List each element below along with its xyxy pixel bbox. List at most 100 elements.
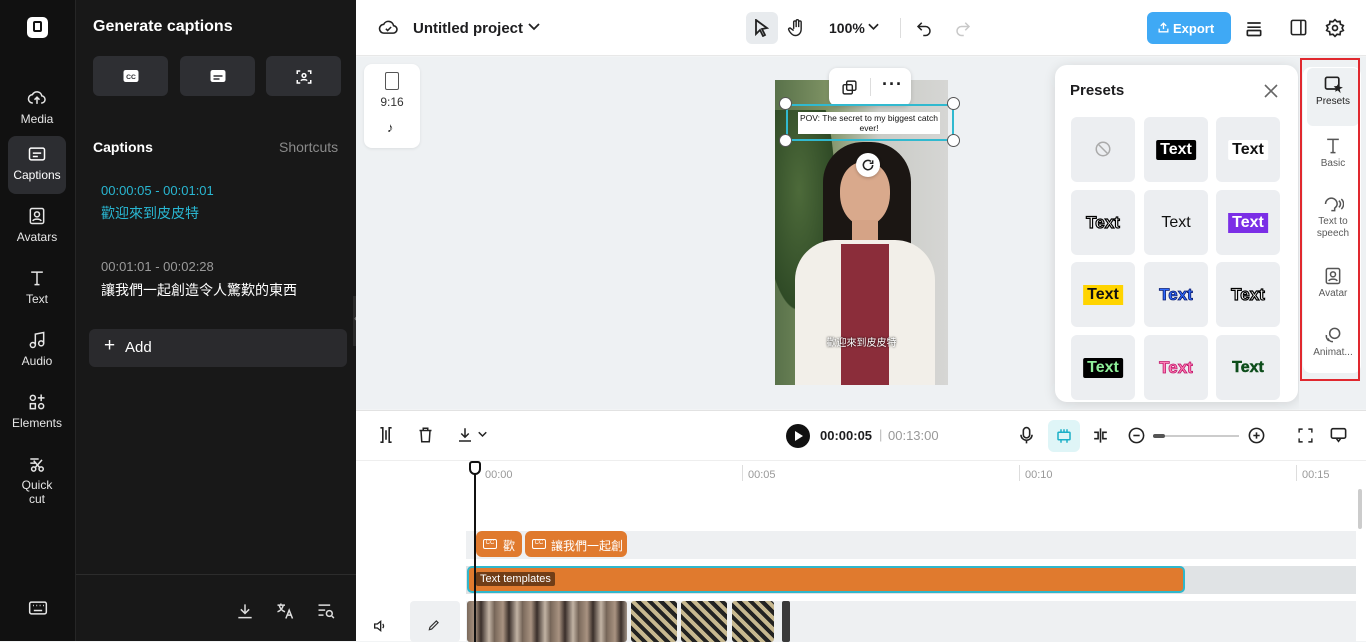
resize-handle[interactable]	[947, 134, 960, 147]
top-bar: Untitled project 100% Export	[356, 0, 1366, 56]
stack-icon[interactable]	[1244, 18, 1264, 38]
video-clip[interactable]	[732, 601, 774, 642]
export-button[interactable]: Export	[1147, 12, 1231, 44]
divider	[870, 78, 871, 96]
preset-tile[interactable]: Text	[1216, 190, 1280, 255]
close-icon[interactable]	[1264, 84, 1278, 98]
video-clip[interactable]	[467, 601, 627, 642]
caption-text[interactable]: 讓我們一起創造令人驚歎的東西	[101, 280, 297, 300]
preset-tile[interactable]: Text	[1144, 262, 1208, 327]
rail-item-audio[interactable]: Audio	[8, 322, 66, 380]
rail-item-avatars[interactable]: Avatars	[8, 198, 66, 256]
text-overlay[interactable]: POV: The secret to my biggest catch ever…	[798, 112, 940, 134]
caption-text[interactable]: 歡迎來到皮皮特	[101, 203, 214, 223]
text-templates-clip[interactable]: Text templates	[467, 566, 1185, 593]
svg-text:CC: CC	[126, 74, 136, 81]
ruler-label: 00:05	[748, 469, 776, 481]
rotate-handle[interactable]	[856, 153, 880, 177]
preset-tile[interactable]: Text	[1144, 190, 1208, 255]
shortcuts-link[interactable]: Shortcuts	[279, 139, 338, 155]
current-time: 00:00:05	[820, 428, 873, 443]
layout-panel-icon[interactable]	[1289, 18, 1308, 37]
cloud-icon[interactable]	[378, 18, 399, 36]
preset-tile[interactable]: Text	[1216, 335, 1280, 400]
cover-edit-button[interactable]	[410, 601, 460, 642]
resize-handle[interactable]	[947, 97, 960, 110]
chevron-down-icon[interactable]	[478, 431, 487, 438]
hand-icon[interactable]	[787, 18, 807, 38]
zoom-level[interactable]: 100%	[829, 20, 865, 36]
auto-snap-button[interactable]	[1048, 420, 1080, 452]
captions-heading: Captions	[93, 139, 153, 155]
resize-handle[interactable]	[779, 97, 792, 110]
caption-clip[interactable]: CC 讓我們一起創	[525, 531, 627, 557]
search-list-icon[interactable]	[316, 601, 336, 621]
preset-text: Text	[1159, 284, 1193, 304]
fullscreen-icon[interactable]	[1297, 427, 1314, 444]
rail-item-captions[interactable]: Captions	[8, 136, 66, 194]
magnet-icon	[1057, 429, 1071, 443]
play-button[interactable]	[786, 424, 810, 448]
preset-tile[interactable]: Text	[1216, 117, 1280, 182]
keyboard-icon[interactable]	[28, 599, 48, 617]
app-logo[interactable]	[27, 17, 48, 38]
undo-icon[interactable]	[915, 19, 933, 37]
microphone-icon[interactable]	[1018, 426, 1035, 445]
preset-tile[interactable]: Text	[1071, 190, 1135, 255]
selected-text-box[interactable]: POV: The secret to my biggest catch ever…	[786, 104, 954, 141]
tiktok-icon: ♪	[387, 120, 394, 135]
caption-item[interactable]: 00:00:05 - 00:01:01 歡迎來到皮皮特	[101, 183, 214, 223]
more-options-icon[interactable]: ···	[882, 74, 903, 95]
volume-icon[interactable]	[372, 618, 388, 634]
preset-tile[interactable]: Text	[1071, 335, 1135, 400]
select-tool-button[interactable]	[746, 12, 778, 44]
rail-label: Avatars	[16, 230, 58, 244]
preset-tile[interactable]: Text	[1071, 262, 1135, 327]
preset-tile[interactable]: Text	[1144, 335, 1208, 400]
cc-button[interactable]: CC	[93, 56, 168, 96]
chevron-down-icon[interactable]	[528, 22, 540, 32]
comment-screen-icon[interactable]	[1329, 426, 1348, 444]
add-caption-button[interactable]: + Add	[89, 329, 347, 367]
video-clip[interactable]	[631, 601, 677, 642]
zoom-slider-track[interactable]	[1153, 435, 1239, 437]
download-icon[interactable]	[235, 601, 255, 621]
rail-item-media[interactable]: Media	[8, 80, 66, 138]
video-subtitle[interactable]: 歡迎來到皮皮特	[775, 334, 948, 349]
aspect-ratio-card[interactable]: 9:16 ♪	[364, 64, 420, 148]
preset-tile[interactable]: Text	[1216, 262, 1280, 327]
download-icon[interactable]	[456, 426, 474, 444]
timeline-scrollbar[interactable]	[1358, 489, 1362, 529]
chevron-down-icon[interactable]	[868, 23, 879, 31]
translate-icon[interactable]	[275, 601, 295, 621]
auto-caption-button[interactable]	[266, 56, 341, 96]
duplicate-icon[interactable]	[841, 79, 858, 96]
zoom-slider-thumb[interactable]	[1153, 434, 1165, 438]
rail-item-elements[interactable]: Elements	[8, 384, 66, 442]
playhead-line[interactable]	[474, 461, 476, 642]
preset-text: Text	[1083, 284, 1123, 305]
preset-tile[interactable]: Text	[1144, 117, 1208, 182]
rail-item-text[interactable]: Text	[8, 260, 66, 318]
left-rail: Media Captions Avatars Text Audio Elemen…	[0, 0, 75, 641]
subtitle-button[interactable]	[180, 56, 255, 96]
settings-gear-icon[interactable]	[1325, 18, 1345, 38]
video-clip[interactable]	[681, 601, 727, 642]
ruler-label: 00:10	[1025, 469, 1053, 481]
zoom-in-icon[interactable]	[1247, 426, 1266, 445]
captions-icon	[28, 147, 46, 161]
video-clip[interactable]	[782, 601, 790, 642]
redo-icon[interactable]	[954, 19, 972, 37]
cursor-icon	[755, 19, 770, 37]
caption-clip[interactable]: CC 歡	[476, 531, 522, 557]
preset-none[interactable]	[1071, 117, 1135, 182]
rail-item-quick-cut[interactable]: Quick cut	[8, 446, 66, 516]
split-icon[interactable]	[378, 426, 394, 444]
caption-item[interactable]: 00:01:01 - 00:02:28 讓我們一起創造令人驚歎的東西	[101, 259, 297, 300]
resize-handle[interactable]	[779, 134, 792, 147]
playhead-handle[interactable]	[469, 461, 481, 475]
zoom-out-icon[interactable]	[1127, 426, 1146, 445]
project-title[interactable]: Untitled project	[413, 20, 523, 37]
split-screen-icon[interactable]	[1091, 426, 1110, 445]
trash-icon[interactable]	[417, 426, 434, 444]
